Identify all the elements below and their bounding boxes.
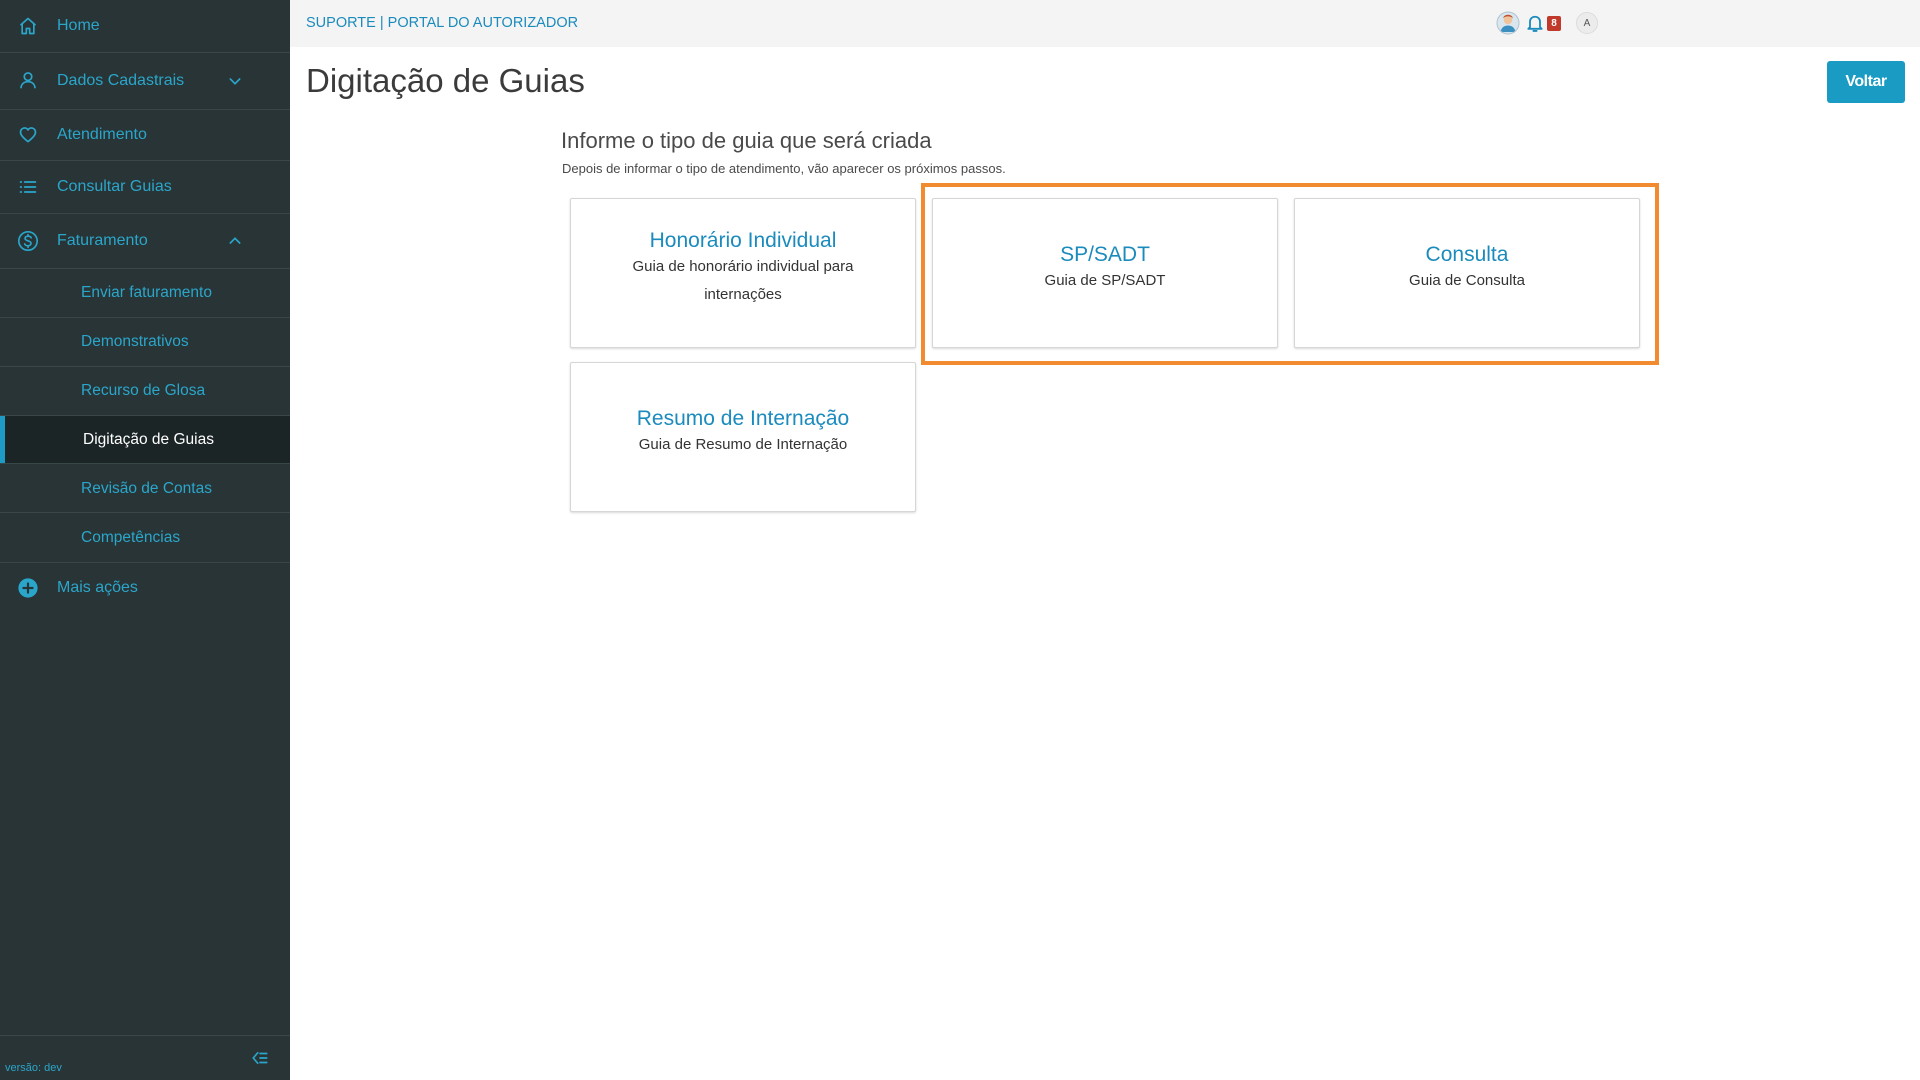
sidebar-footer: versão: dev [0, 1035, 290, 1080]
card-title: Honorário Individual [649, 229, 837, 252]
sidebar-subitem-label: Enviar faturamento [81, 284, 212, 301]
sidebar-item-label: Dados Cadastrais [57, 72, 185, 89]
card-title: Resumo de Internação [636, 407, 850, 430]
card-honorario-individual[interactable]: Honorário Individual Guia de honorário i… [570, 198, 916, 348]
card-description: Guia de honorário individual para intern… [632, 258, 854, 303]
heart-icon [17, 124, 39, 146]
section-title: Informe o tipo de guia que será criada [561, 128, 932, 153]
top-bar: SUPORTE | PORTAL DO AUTORIZADOR [290, 0, 1920, 47]
user-menu[interactable]: A [1576, 12, 1598, 34]
sidebar-item-mais-acoes[interactable]: Mais ações [0, 563, 290, 613]
card-description: Guia de Consulta [1409, 272, 1525, 289]
sidebar-item-label: Mais ações [57, 579, 138, 596]
section-subtitle: Depois de informar o tipo de atendimento… [562, 161, 1006, 176]
sidebar-item-atendimento[interactable]: Atendimento [0, 110, 290, 161]
sidebar-subitem-label: Demonstrativos [81, 333, 189, 350]
sidebar-item-faturamento[interactable]: Faturamento [0, 214, 290, 269]
notification-badge: 8 [1547, 16, 1561, 31]
chevron-down-icon[interactable] [226, 72, 244, 90]
sidebar-subitem-digitacao-de-guias[interactable]: Digitação de Guias [0, 416, 290, 464]
sidebar-item-dados-cadastrais[interactable]: Dados Cadastrais [0, 53, 290, 110]
back-button[interactable]: Voltar [1827, 61, 1905, 103]
sidebar-item-home[interactable]: Home [0, 0, 290, 53]
card-consulta[interactable]: Consulta Guia de Consulta [1294, 198, 1640, 348]
card-description: Guia de SP/SADT [1044, 272, 1166, 289]
support-avatar-icon[interactable] [1496, 11, 1520, 35]
version-label: versão: dev [5, 1062, 62, 1074]
card-title: SP/SADT [1060, 243, 1150, 266]
plus-circle-icon [17, 577, 39, 599]
user-initial: A [1583, 17, 1591, 29]
sidebar-item-label: Faturamento [57, 232, 148, 249]
sidebar-subitem-label: Recurso de Glosa [81, 382, 206, 399]
sidebar-subitem-enviar-faturamento[interactable]: Enviar faturamento [0, 269, 290, 318]
dollar-circle-icon [17, 230, 39, 252]
sidebar: Home Dados Cadastrais Atendimento Consul… [0, 0, 290, 1080]
card-sp-sadt[interactable]: SP/SADT Guia de SP/SADT [932, 198, 1278, 348]
collapse-menu-icon[interactable] [251, 1049, 269, 1067]
list-icon [17, 176, 39, 198]
card-description: Guia de Resumo de Internação [638, 436, 848, 453]
chevron-up-icon[interactable] [226, 232, 244, 250]
sidebar-item-consultar-guias[interactable]: Consultar Guias [0, 161, 290, 214]
sidebar-subitem-demonstrativos[interactable]: Demonstrativos [0, 318, 290, 367]
sidebar-item-label: Atendimento [57, 126, 147, 143]
home-icon [17, 15, 39, 37]
sidebar-subitem-revisao-de-contas[interactable]: Revisão de Contas [0, 464, 290, 513]
sidebar-item-label: Home [57, 17, 100, 34]
bell-icon[interactable] [1525, 13, 1545, 33]
brand-title[interactable]: SUPORTE | PORTAL DO AUTORIZADOR [306, 15, 578, 31]
sidebar-subitem-recurso-de-glosa[interactable]: Recurso de Glosa [0, 367, 290, 416]
sidebar-item-label: Consultar Guias [57, 178, 172, 195]
sidebar-subitem-label: Competências [81, 529, 181, 546]
sidebar-subitem-label: Revisão de Contas [81, 480, 212, 497]
sidebar-subitem-competencias[interactable]: Competências [0, 513, 290, 563]
sidebar-subitem-label: Digitação de Guias [83, 431, 214, 448]
card-title: Consulta [1425, 243, 1509, 266]
user-icon [17, 69, 39, 91]
card-resumo-de-internacao[interactable]: Resumo de Internação Guia de Resumo de I… [570, 362, 916, 512]
page-title: Digitação de Guias [306, 62, 585, 99]
